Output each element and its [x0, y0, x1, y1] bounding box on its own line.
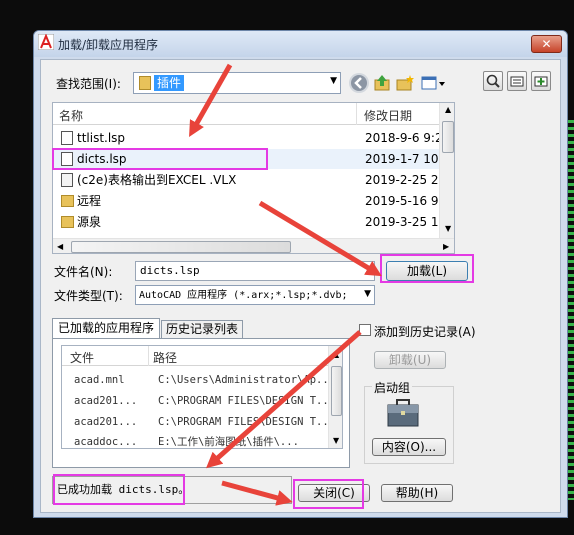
scroll-down-icon[interactable]: ▼	[445, 224, 451, 233]
filetype-combo[interactable]: AutoCAD 应用程序 (*.arx;*.lsp;*.dvb; ▼	[135, 285, 375, 305]
startup-group-label: 启动组	[372, 379, 413, 396]
tab-panel: 文件 路径 acad.mnl C:\Users\Administrator\Ap…	[52, 338, 350, 468]
loaded-file: acad201...	[74, 395, 138, 407]
file-name: 远程	[77, 194, 102, 208]
folder-icon	[139, 76, 151, 90]
loaded-file: acad201...	[74, 416, 138, 428]
lookin-value: 插件	[154, 75, 185, 91]
tab-loaded-apps[interactable]: 已加载的应用程序	[52, 318, 160, 338]
folder-icon	[61, 195, 74, 207]
loaded-path: C:\Users\Administrator\Ap...	[158, 374, 328, 386]
lookin-combo[interactable]: 插件 ▼	[133, 72, 341, 94]
header-divider	[356, 103, 357, 125]
tab-history-list[interactable]: 历史记录列表	[161, 320, 243, 338]
add-history-checkbox[interactable]	[359, 324, 371, 336]
file-list-header: 名称 修改日期	[53, 103, 454, 125]
highlight-box-load	[380, 254, 474, 283]
file-name: 源泉	[77, 215, 102, 229]
file-name: (c2e)表格输出到EXCEL .VLX	[77, 173, 237, 187]
lsp-file-icon	[61, 131, 73, 145]
highlight-box-dicts	[52, 148, 268, 170]
col-date-header[interactable]: 修改日期	[364, 107, 412, 124]
loaded-list-header: 文件 路径	[62, 346, 342, 366]
add-history-label[interactable]: 添加到历史记录(A)	[374, 323, 476, 340]
loaded-list-body: acad.mnl C:\Users\Administrator\Ap... ac…	[62, 370, 328, 448]
file-row-yuanquan[interactable]: 源泉 2019-3-25 11:33	[53, 212, 454, 232]
help-button[interactable]: 帮助(H)	[381, 484, 453, 502]
add-favorite-icon[interactable]	[531, 71, 551, 91]
highlight-box-close	[293, 479, 364, 509]
loaded-path: C:\PROGRAM FILES\DESIGN T...	[158, 416, 328, 428]
filename-label: 文件名(N):	[54, 265, 113, 279]
vlx-file-icon	[61, 173, 73, 187]
scroll-thumb[interactable]	[331, 366, 342, 416]
file-date: 2018-9-6 9:27	[365, 131, 451, 145]
hscroll-thumb[interactable]	[71, 241, 291, 253]
loaded-path: C:\PROGRAM FILES\DESIGN T...	[158, 395, 328, 407]
col-path-header[interactable]: 路径	[153, 349, 177, 366]
chevron-down-icon[interactable]: ▼	[330, 76, 337, 86]
scroll-up-icon[interactable]: ▲	[445, 105, 451, 114]
loaded-path: E:\工作\前海图纸\插件\...	[158, 436, 299, 448]
briefcase-icon[interactable]	[386, 398, 420, 428]
folder-icon	[61, 216, 74, 228]
col-name-header[interactable]: 名称	[59, 107, 83, 124]
scroll-thumb[interactable]	[442, 121, 454, 153]
filetype-value: AutoCAD 应用程序 (*.arx;*.lsp;*.dvb;	[139, 290, 348, 301]
search-tool-icon[interactable]	[483, 71, 503, 91]
background-window-edge	[568, 120, 574, 500]
filename-input[interactable]: dicts.lsp	[135, 261, 375, 281]
file-name: ttlist.lsp	[77, 131, 126, 145]
new-folder-icon[interactable]	[395, 73, 415, 93]
file-list[interactable]: 名称 修改日期 ttlist.lsp 2018-9-6 9:27 dicts.l…	[52, 102, 455, 254]
up-folder-icon[interactable]	[372, 73, 392, 93]
scroll-down-icon[interactable]: ▼	[333, 436, 339, 445]
highlight-box-status	[53, 474, 185, 505]
loaded-row[interactable]: acaddoc... E:\工作\前海图纸\插件\...	[62, 432, 328, 448]
filetype-label: 文件类型(T):	[54, 289, 123, 303]
loaded-row[interactable]: acad.mnl C:\Users\Administrator\Ap...	[62, 370, 328, 390]
close-window-button[interactable]: ✕	[531, 35, 562, 53]
header-divider	[148, 346, 149, 366]
scroll-right-icon[interactable]: ▶	[443, 242, 449, 251]
scroll-left-icon[interactable]: ◀	[57, 242, 63, 251]
views-menu-icon[interactable]	[420, 73, 446, 93]
lookin-label: 查找范围(I):	[56, 77, 121, 91]
loaded-file: acaddoc...	[74, 436, 138, 448]
contents-button[interactable]: 内容(O)...	[372, 438, 446, 456]
window-title: 加载/卸载应用程序	[58, 38, 159, 52]
chevron-down-icon[interactable]: ▼	[362, 289, 371, 299]
loaded-row[interactable]: acad201... C:\PROGRAM FILES\DESIGN T...	[62, 391, 328, 411]
loaded-file: acad.mnl	[74, 374, 125, 386]
file-row-yuancheng[interactable]: 远程 2019-5-16 9:31	[53, 191, 454, 211]
file-row-c2e[interactable]: (c2e)表格输出到EXCEL .VLX 2019-2-25 23:20	[53, 170, 454, 190]
col-file-header[interactable]: 文件	[70, 349, 94, 366]
file-list-hscroll[interactable]: ◀ ▶	[53, 238, 454, 253]
loaded-apps-list[interactable]: 文件 路径 acad.mnl C:\Users\Administrator\Ap…	[61, 345, 343, 449]
file-list-vscroll[interactable]: ▲ ▼	[439, 103, 454, 238]
web-folder-icon[interactable]	[507, 71, 527, 91]
file-row-ttlist[interactable]: ttlist.lsp 2018-9-6 9:27	[53, 128, 454, 148]
loaded-row[interactable]: acad201... C:\PROGRAM FILES\DESIGN T...	[62, 412, 328, 432]
loaded-list-vscroll[interactable]: ▲ ▼	[328, 346, 342, 448]
autocad-app-icon	[38, 34, 54, 50]
scroll-up-icon[interactable]: ▲	[333, 350, 339, 359]
unload-button[interactable]: 卸载(U)	[374, 351, 446, 369]
back-icon[interactable]	[349, 73, 369, 93]
